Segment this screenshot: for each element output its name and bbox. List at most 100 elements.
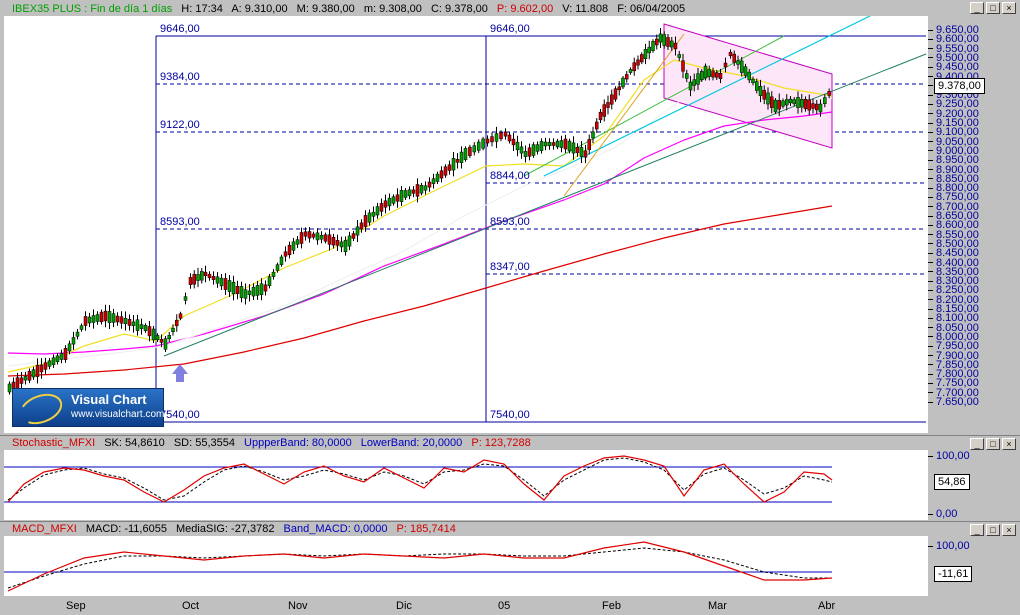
macd-value: MACD: -11,6055 xyxy=(85,523,167,535)
candle-up xyxy=(343,239,348,253)
candle-down xyxy=(711,70,715,78)
candle-up xyxy=(515,141,520,151)
candle-up xyxy=(75,331,80,337)
logo-title: Visual Chart xyxy=(71,392,147,407)
candle-up xyxy=(339,241,344,248)
macd-plot[interactable] xyxy=(4,536,928,596)
candle-up xyxy=(196,274,200,281)
stochastic-tick-top: 100,00 xyxy=(928,450,970,462)
candle-down xyxy=(636,59,640,66)
macd-tick-top: 100,00 xyxy=(928,540,970,552)
candle-down xyxy=(39,364,44,373)
maximize-button[interactable]: □ xyxy=(986,2,1000,14)
candle-up xyxy=(59,353,64,360)
candle-down xyxy=(443,166,448,176)
stochastic-plot[interactable] xyxy=(4,450,928,520)
candle-up xyxy=(271,271,276,277)
macd-minimize-button[interactable]: _ xyxy=(970,524,984,536)
candle-up xyxy=(431,178,436,184)
macd-line xyxy=(7,541,833,592)
fib-label-left-8593: 8593,00 xyxy=(160,216,200,228)
candle-down xyxy=(606,102,610,108)
candle-up xyxy=(167,335,171,339)
candle-down xyxy=(207,273,212,279)
candle-down xyxy=(447,164,452,171)
candle-up xyxy=(707,69,711,77)
macd-maximize-button[interactable]: □ xyxy=(986,524,1000,536)
candle-up xyxy=(621,77,625,88)
candle-up xyxy=(647,46,651,54)
candle-up xyxy=(643,49,648,59)
candle-up xyxy=(567,140,572,152)
candle-down xyxy=(363,215,368,227)
stochastic-minimize-button[interactable]: _ xyxy=(970,438,984,450)
close-label: C: 9.378,00 xyxy=(430,3,488,15)
candle-up xyxy=(435,173,440,182)
candle-down xyxy=(99,311,104,323)
candle-up xyxy=(47,360,52,367)
stochastic-tick-bottom: 0,00 xyxy=(928,508,957,520)
candle-up xyxy=(818,103,823,113)
candle-up xyxy=(239,286,244,298)
macd-header: MACD_MFXI MACD: -11,6055 MediaSIG: -27,3… xyxy=(12,523,462,535)
candle-down xyxy=(27,371,32,381)
candle-up xyxy=(628,69,633,73)
trend-line-green xyxy=(163,53,927,357)
prev-label: P: 9.602,00 xyxy=(496,3,554,15)
candle-up xyxy=(796,97,800,108)
candle-down xyxy=(563,138,568,150)
candle-down xyxy=(283,251,288,257)
candle-up xyxy=(391,196,396,204)
candle-up xyxy=(267,276,272,286)
candle-down xyxy=(35,364,40,377)
candle-down xyxy=(575,146,580,154)
stochastic-maximize-button[interactable]: □ xyxy=(986,438,1000,450)
logo-url: www.visualchart.com xyxy=(71,409,165,420)
candle-up xyxy=(670,40,674,48)
candle-up xyxy=(692,79,696,86)
candle-down xyxy=(632,62,636,72)
candle-up xyxy=(123,318,128,324)
candle-down xyxy=(807,99,811,111)
candle-down xyxy=(718,73,723,79)
candle-down xyxy=(327,234,332,245)
candle-up xyxy=(677,54,681,58)
candle-up xyxy=(131,321,136,326)
candle-up xyxy=(476,141,481,151)
close-button[interactable]: × xyxy=(1002,2,1016,14)
candle-down xyxy=(188,277,193,285)
hour-label: H: 17:34 xyxy=(181,3,223,15)
candle-up xyxy=(547,141,552,147)
macd-close-button[interactable]: × xyxy=(1002,524,1016,536)
candle-up xyxy=(651,41,655,51)
candle-up xyxy=(219,277,224,287)
candle-up xyxy=(87,316,92,324)
visual-chart-logo: Visual Chart www.visualchart.com xyxy=(12,388,165,430)
candle-down xyxy=(640,54,644,63)
candle-up xyxy=(758,86,763,96)
candle-down xyxy=(485,138,490,144)
candle-up xyxy=(755,81,759,91)
candle-down xyxy=(777,100,781,110)
month-label: Sep xyxy=(66,600,86,612)
candle-up xyxy=(31,369,36,378)
fib-label-right-8347: 8347,00 xyxy=(490,261,530,273)
candle-up xyxy=(279,256,284,265)
candle-down xyxy=(681,60,685,72)
minimize-button[interactable]: _ xyxy=(970,2,984,14)
stochastic-sk: SK: 54,8610 xyxy=(104,437,165,449)
candle-down xyxy=(503,131,508,137)
candle-up xyxy=(7,383,12,393)
stochastic-close-button[interactable]: × xyxy=(1002,438,1016,450)
candle-up xyxy=(685,73,689,79)
price-pane: IBEX35 PLUS : Fin de día 1 días H: 17:34… xyxy=(0,0,1020,436)
candle-down xyxy=(617,86,621,91)
stochastic-lower: LowerBand: 20,0000 xyxy=(360,437,463,449)
fib-label-right-8844: 8844,00 xyxy=(490,170,530,182)
candle-down xyxy=(762,90,766,100)
candle-down xyxy=(115,315,120,323)
candle-up xyxy=(766,92,770,105)
candle-down xyxy=(468,146,472,156)
price-plot[interactable]: 9646,00 9384,00 9122,00 8593,00 7540,00 … xyxy=(4,16,928,433)
candle-up xyxy=(419,185,424,194)
